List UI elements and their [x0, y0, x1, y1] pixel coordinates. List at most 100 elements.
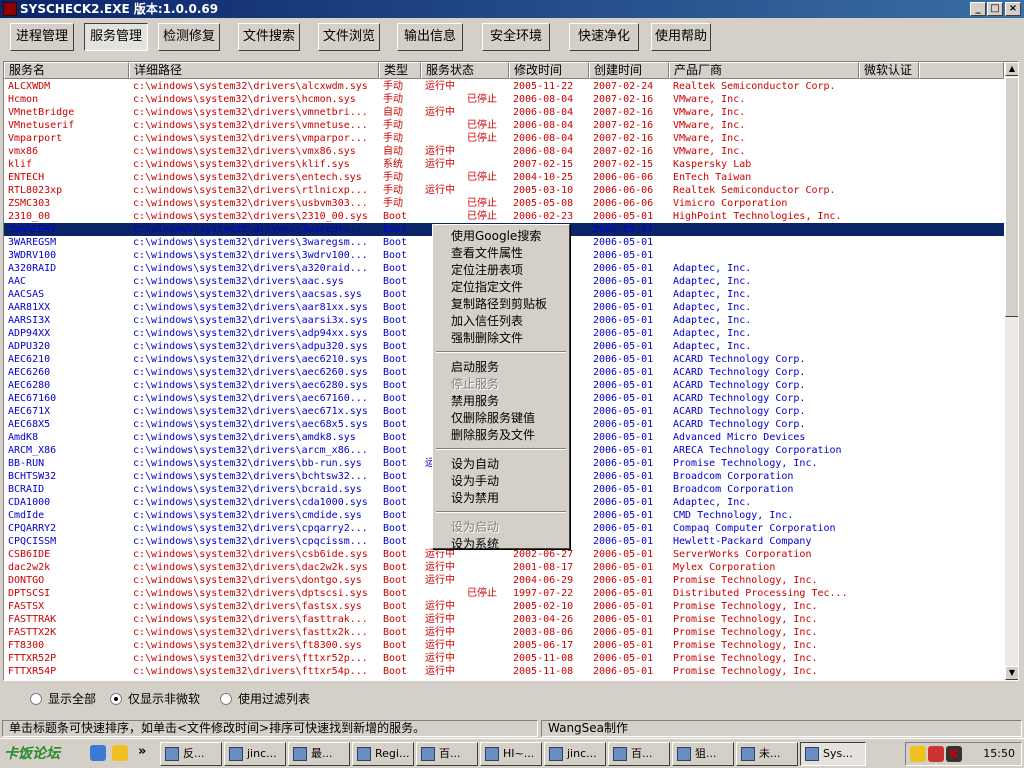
table-row[interactable]: DPTSCSI c:\windows\system32\drivers\dptsc…	[4, 587, 1004, 600]
cell-created: 2007-02-16	[593, 120, 654, 131]
table-row[interactable]: klif c:\windows\system32\drivers\klif.sys…	[4, 158, 1004, 171]
cell-vendor: VMware, Inc.	[673, 146, 746, 157]
table-row[interactable]: ALCXWDM c:\windows\system32\drivers\alcxw…	[4, 80, 1004, 93]
cell-type: Boot	[383, 536, 408, 547]
cell-name: CSB6IDE	[8, 549, 51, 560]
table-row[interactable]: FASTTX2K c:\windows\system32\drivers\fast…	[4, 626, 1004, 639]
cell-vendor: Realtek Semiconductor Corp.	[673, 81, 836, 92]
table-row[interactable]: ENTECH c:\windows\system32\drivers\entech…	[4, 171, 1004, 184]
menu-item[interactable]: 删除服务及文件	[435, 427, 567, 444]
vertical-scrollbar[interactable]: ▲ ▼	[1005, 62, 1018, 680]
col-type[interactable]: 类型	[379, 62, 421, 79]
title-bar[interactable]: SYSCHECK2.EXE 版本:1.0.0.69 _ □ ×	[0, 0, 1024, 18]
tab-file-browse[interactable]: 文件浏览	[318, 23, 380, 51]
maximize-button[interactable]: □	[987, 2, 1003, 16]
tab-service-manager[interactable]: 服务管理	[84, 23, 148, 51]
qq-tray-icon[interactable]	[910, 746, 926, 762]
table-row[interactable]: FASTSX c:\windows\system32\drivers\fastsx…	[4, 600, 1004, 613]
kaspersky-tray-icon[interactable]: K	[946, 746, 962, 762]
col-status[interactable]: 服务状态	[421, 62, 509, 79]
table-row[interactable]: DONTGO c:\windows\system32\drivers\dontgo…	[4, 574, 1004, 587]
table-row[interactable]: Vmparport c:\windows\system32\drivers\vmp…	[4, 132, 1004, 145]
menu-item[interactable]: 启动服务	[435, 359, 567, 376]
cell-created: 2007-02-24	[593, 81, 654, 92]
cell-status: 已停止	[467, 133, 497, 144]
tab-help[interactable]: 使用帮助	[651, 23, 711, 51]
table-row[interactable]: RTL8023xp c:\windows\system32\drivers\rtl…	[4, 184, 1004, 197]
table-row[interactable]: 2310_00 c:\windows\system32\drivers\2310_…	[4, 210, 1004, 223]
col-service-name[interactable]: 服务名	[4, 62, 129, 79]
security-tray-icon[interactable]	[928, 746, 944, 762]
tab-output-info[interactable]: 输出信息	[397, 23, 463, 51]
taskbar-button[interactable]: Sys...	[800, 742, 866, 766]
radio-non-microsoft[interactable]: 仅显示非微软	[110, 691, 200, 707]
tab-file-search[interactable]: 文件搜索	[238, 23, 300, 51]
table-row[interactable]: FT8300 c:\windows\system32\drivers\ft8300…	[4, 639, 1004, 652]
tab-security-env[interactable]: 安全环境	[482, 23, 550, 51]
tab-detect-repair[interactable]: 检测修复	[158, 23, 220, 51]
taskbar-button[interactable]: 百...	[608, 742, 670, 766]
close-button[interactable]: ×	[1005, 2, 1021, 16]
taskbar-button[interactable]: 百...	[416, 742, 478, 766]
scroll-up-icon[interactable]: ▲	[1005, 62, 1018, 76]
col-ms-signed[interactable]: 微软认证	[859, 62, 919, 79]
cell-name: VMnetBridge	[8, 107, 75, 118]
taskbar-button[interactable]: 未...	[736, 742, 798, 766]
cell-status: 运行中	[425, 146, 455, 157]
menu-item[interactable]: 设为自动	[435, 456, 567, 473]
qq-icon[interactable]	[112, 745, 128, 761]
menu-item[interactable]: 设为系统	[435, 536, 567, 553]
cell-type: 手动	[383, 94, 403, 105]
tab-process-manager[interactable]: 进程管理	[10, 23, 74, 51]
cell-modified: 2005-03-10	[513, 185, 574, 196]
status-hint: 单击标题条可快速排序，如单击<文件修改时间>排序可快速找到新增的服务。	[2, 720, 538, 737]
table-row[interactable]: vmx86 c:\windows\system32\drivers\vmx86.s…	[4, 145, 1004, 158]
table-row[interactable]: FASTTRAK c:\windows\system32\drivers\fast…	[4, 613, 1004, 626]
table-row[interactable]: VMnetuserif c:\windows\system32\drivers\v…	[4, 119, 1004, 132]
cell-vendor: Adaptec, Inc.	[673, 341, 752, 352]
menu-item[interactable]: 查看文件属性	[435, 245, 567, 262]
taskbar-button[interactable]: 狙...	[672, 742, 734, 766]
menu-item[interactable]: 复制路径到剪贴板	[435, 296, 567, 313]
menu-item[interactable]: 强制删除文件	[435, 330, 567, 347]
cell-vendor: Promise Technology, Inc.	[673, 458, 818, 469]
table-row[interactable]: FTTXR52P c:\windows\system32\drivers\fttx…	[4, 652, 1004, 665]
taskbar-button[interactable]: 最...	[288, 742, 350, 766]
taskbar-button[interactable]: 反...	[160, 742, 222, 766]
window-icon	[165, 747, 179, 761]
col-path[interactable]: 详细路径	[129, 62, 379, 79]
cell-name: ENTECH	[8, 172, 45, 183]
quicklaunch-more-icon[interactable]: »	[138, 744, 146, 759]
taskbar-button[interactable]: jinc...	[224, 742, 286, 766]
menu-item[interactable]: 使用Google搜索	[435, 228, 567, 245]
ie-icon[interactable]	[90, 745, 106, 761]
menu-item[interactable]: 设为手动	[435, 473, 567, 490]
menu-item[interactable]: 设为禁用	[435, 490, 567, 507]
tab-quick-clean[interactable]: 快速净化	[569, 23, 639, 51]
table-row[interactable]: dac2w2k c:\windows\system32\drivers\dac2w…	[4, 561, 1004, 574]
col-modified[interactable]: 修改时间	[509, 62, 589, 79]
taskbar-button[interactable]: Regi...	[352, 742, 414, 766]
menu-item[interactable]: 定位注册表项	[435, 262, 567, 279]
cell-type: Boot	[383, 614, 408, 625]
cell-vendor: ACARD Technology Corp.	[673, 380, 806, 391]
scroll-down-icon[interactable]: ▼	[1005, 666, 1018, 680]
menu-item[interactable]: 禁用服务	[435, 393, 567, 410]
table-row[interactable]: ZSMC303 c:\windows\system32\drivers\usbvm…	[4, 197, 1004, 210]
radio-filter-list[interactable]: 使用过滤列表	[220, 691, 310, 707]
start-logo[interactable]: 卡饭论坛	[4, 743, 60, 763]
menu-item[interactable]: 仅删除服务键值	[435, 410, 567, 427]
menu-item[interactable]: 定位指定文件	[435, 279, 567, 296]
col-vendor[interactable]: 产品厂商	[669, 62, 859, 79]
window-icon	[485, 747, 499, 761]
minimize-button[interactable]: _	[970, 2, 986, 16]
menu-item[interactable]: 加入信任列表	[435, 313, 567, 330]
taskbar-button[interactable]: jinc...	[544, 742, 606, 766]
table-row[interactable]: FTTXR54P c:\windows\system32\drivers\fttx…	[4, 665, 1004, 678]
radio-show-all[interactable]: 显示全部	[30, 691, 96, 707]
table-row[interactable]: Hcmon c:\windows\system32\drivers\hcmon.s…	[4, 93, 1004, 106]
col-created[interactable]: 创建时间	[589, 62, 669, 79]
taskbar-button[interactable]: HI~...	[480, 742, 542, 766]
table-row[interactable]: VMnetBridge c:\windows\system32\drivers\v…	[4, 106, 1004, 119]
scroll-thumb[interactable]	[1005, 77, 1018, 317]
